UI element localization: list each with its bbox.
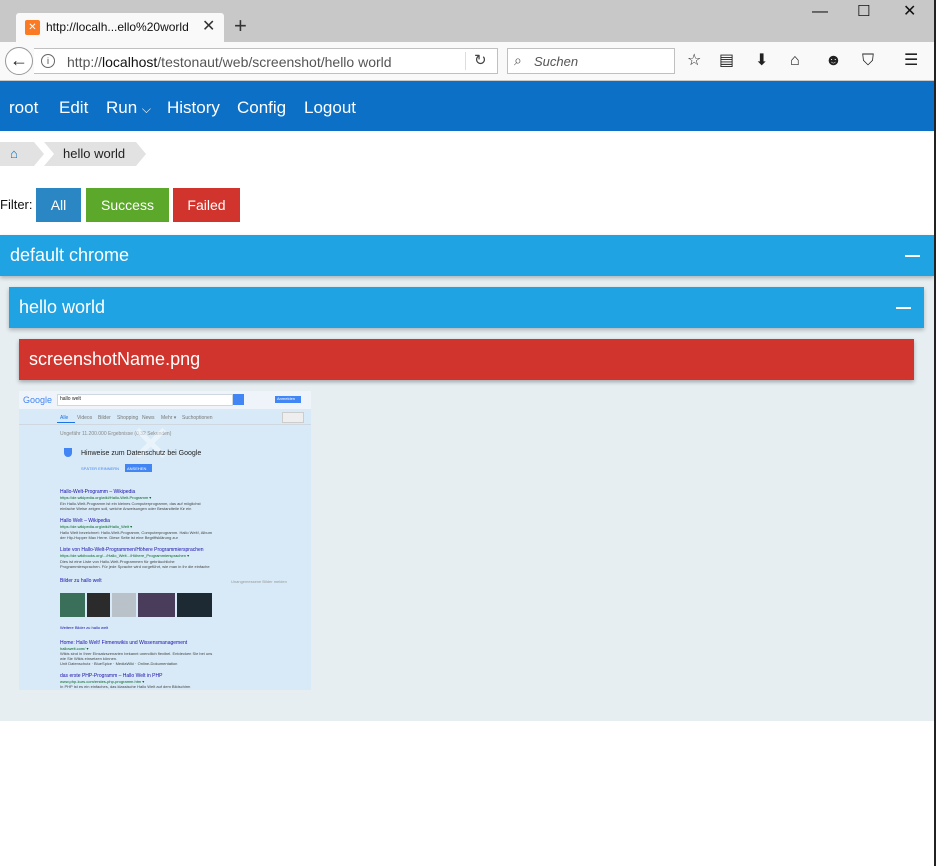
- thumb-tab: Bilder: [98, 415, 111, 421]
- nav-run-label: Run: [106, 98, 138, 117]
- search-input[interactable]: ⌕ Suchen: [507, 48, 675, 74]
- tab-strip: ✕ http://localh...ello%20world ✕ + — ☐ ✕: [0, 0, 934, 42]
- xampp-favicon-icon: ✕: [25, 20, 40, 35]
- thumb-signin-label: Anmelden: [277, 396, 296, 401]
- url-bar[interactable]: i http://localhost/testonaut/web/screens…: [34, 48, 498, 74]
- thumb-image: [177, 593, 212, 617]
- thumb-images-title: Bilder zu hallo welt: [60, 578, 102, 584]
- breadcrumb-current[interactable]: hello world: [44, 142, 146, 166]
- filter-all-button[interactable]: All: [36, 188, 81, 222]
- collapse-icon[interactable]: [896, 307, 911, 309]
- thumb-shield-icon: [64, 448, 72, 457]
- collapse-icon[interactable]: [905, 255, 920, 257]
- thumb-result-snippet: In PHP ist es ein einfaches, das klassis…: [60, 684, 191, 689]
- url-text: http://localhost/testonaut/web/screensho…: [67, 54, 392, 70]
- nav-run[interactable]: Run ⌵: [106, 98, 151, 118]
- screenshot-thumbnail[interactable]: Google hallo welt Anmelden Alle Videos B…: [19, 391, 311, 690]
- bookmark-star-icon[interactable]: ☆: [687, 51, 701, 71]
- tab-title: http://localh...ello%20world: [46, 20, 189, 34]
- thumb-tab-underline: [57, 422, 75, 423]
- url-separator: [465, 52, 466, 70]
- thumb-more-images: Weitere Bilder zu hallo welt: [60, 625, 109, 630]
- nav-config[interactable]: Config: [237, 98, 286, 118]
- nav-edit[interactable]: Edit: [59, 98, 88, 118]
- thumb-result-snippet: Wikis sind in Ihrer Einsatzszenarien bek…: [60, 651, 213, 661]
- thumb-privacy-title: Hinweise zum Datenschutz bei Google: [81, 450, 202, 457]
- thumb-image: [112, 593, 136, 617]
- panel-title: default chrome: [10, 245, 130, 265]
- emoji-icon[interactable]: ☻: [825, 51, 842, 71]
- filter-failed-button[interactable]: Failed: [173, 188, 240, 222]
- thumb-google-logo: Google: [23, 395, 53, 405]
- nav-root[interactable]: root: [9, 98, 38, 118]
- panel-title: hello world: [19, 297, 106, 317]
- thumb-image: [60, 593, 85, 617]
- browser-toolbar: i http://localhost/testonaut/web/screens…: [0, 42, 934, 81]
- back-button[interactable]: ←: [5, 47, 33, 75]
- new-tab-button[interactable]: +: [234, 15, 247, 37]
- thumb-privacy-later: SPÄTER ERINNERN: [81, 466, 120, 471]
- panel-default-chrome[interactable]: default chrome: [0, 235, 934, 276]
- reading-list-icon[interactable]: ▤: [719, 51, 734, 71]
- minimize-button[interactable]: —: [812, 2, 828, 22]
- home-icon: ⌂: [10, 146, 18, 161]
- filter-success-button[interactable]: Success: [86, 188, 169, 222]
- thumb-privacy-view: ANSEHEN: [127, 466, 147, 471]
- tab-close-icon[interactable]: ✕: [202, 18, 215, 36]
- nav-history[interactable]: History: [167, 98, 220, 118]
- thumb-tab: Videos: [77, 415, 93, 421]
- breadcrumb-home[interactable]: ⌂: [0, 142, 44, 166]
- info-icon[interactable]: i: [41, 54, 55, 68]
- search-placeholder: Suchen: [534, 54, 579, 69]
- nav-logout[interactable]: Logout: [304, 98, 356, 118]
- download-icon[interactable]: ⬇: [755, 51, 768, 71]
- maximize-button[interactable]: ☐: [857, 2, 870, 22]
- screenshot-title: screenshotName.png: [29, 349, 201, 369]
- app-navbar: root Edit Run ⌵ History Config Logout: [0, 81, 934, 131]
- browser-tab[interactable]: ✕ http://localh...ello%20world ✕: [16, 13, 224, 42]
- thumb-searchbox: [57, 394, 233, 406]
- thumb-result-snippet: Dies ist eine Liste von Hallo-Welt-Progr…: [60, 559, 210, 569]
- thumb-result-snippet: Ein Hallo-Welt-Programm ist ein kleines …: [60, 501, 201, 511]
- thumb-image: [87, 593, 110, 617]
- thumb-result-links: Unit Datenschutz · BlueSpice · MediaWiki…: [60, 661, 178, 666]
- thumb-tab: Suchoptionen: [182, 415, 213, 421]
- pocket-icon[interactable]: ⛉: [862, 51, 874, 71]
- panel-hello-world[interactable]: hello world: [9, 287, 924, 328]
- screenshot-header-failed[interactable]: screenshotName.png: [19, 339, 914, 380]
- thumb-images-report: Unangemessene Bilder melden: [231, 579, 287, 584]
- menu-icon[interactable]: ☰: [904, 51, 918, 71]
- thumb-query: hallo welt: [60, 396, 81, 402]
- filter-label: Filter:: [0, 197, 33, 212]
- arrow-left-icon: ←: [10, 50, 28, 70]
- thumb-result-snippet: Hallo Welt bezeichnet: Hallo-Welt-Progra…: [60, 530, 213, 540]
- close-window-button[interactable]: ✕: [903, 2, 916, 22]
- chevron-down-icon: ⌵: [141, 102, 152, 116]
- thumb-image: [138, 593, 175, 617]
- reload-icon[interactable]: ↻: [474, 51, 487, 69]
- search-icon: ⌕: [514, 52, 522, 68]
- thumb-settings-icon: [282, 412, 304, 423]
- home-icon[interactable]: ⌂: [790, 51, 800, 71]
- thumb-search-button: [233, 394, 244, 405]
- thumb-tab: Alle: [60, 415, 69, 421]
